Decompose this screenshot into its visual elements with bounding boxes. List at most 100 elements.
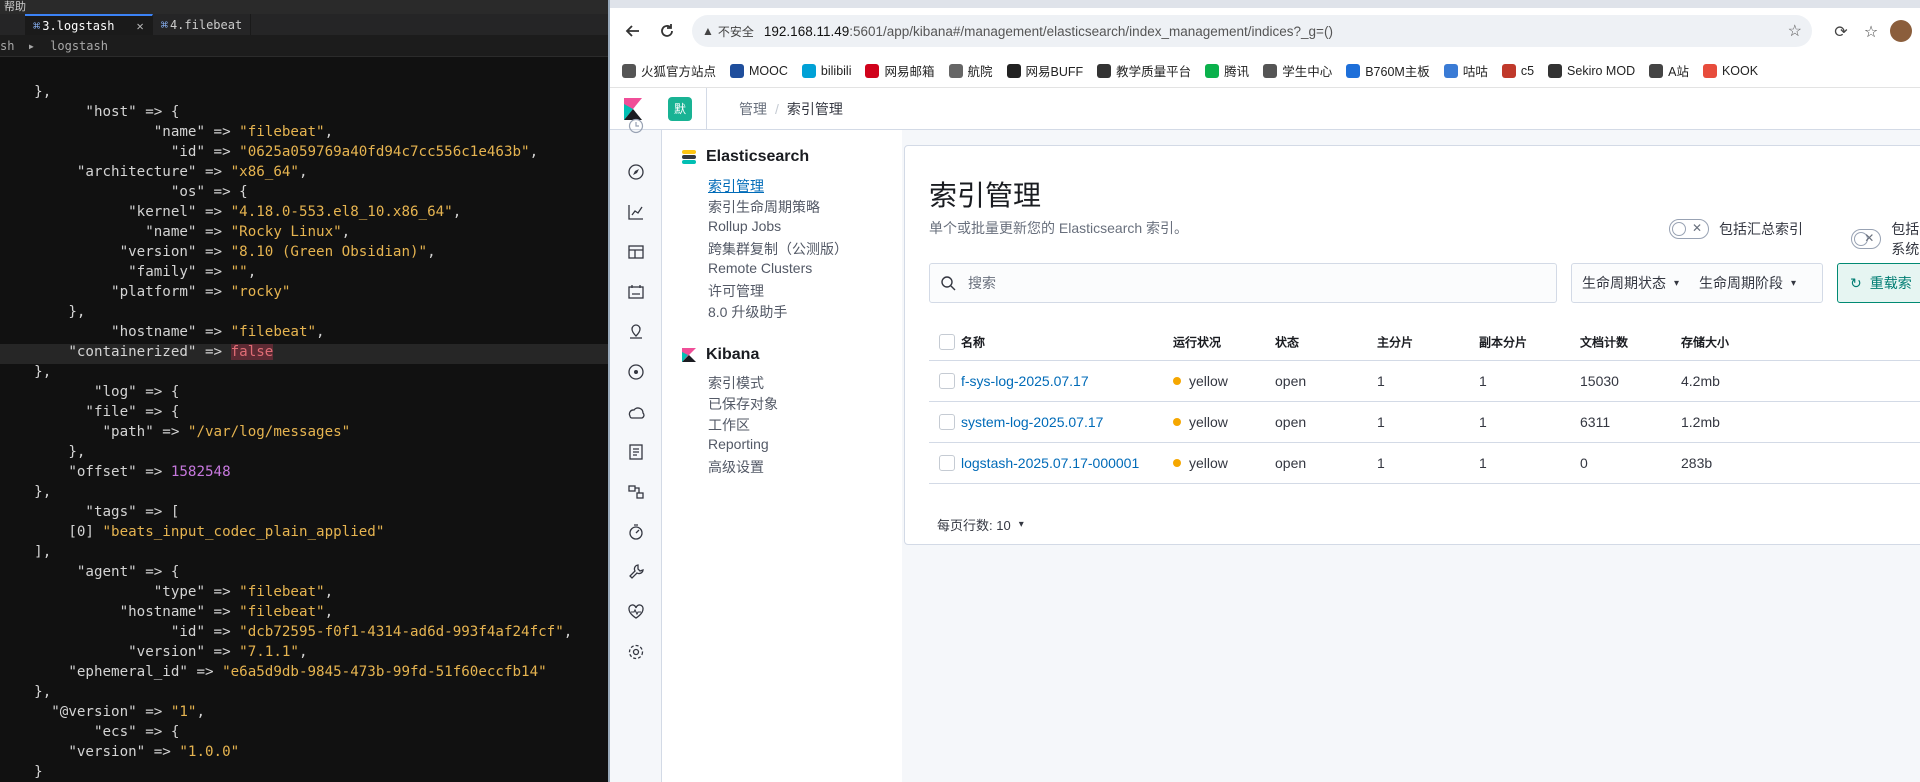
bookmark-item[interactable]: KOOK [1702,63,1758,78]
space-avatar[interactable]: 默 [668,96,692,121]
row-checkbox[interactable] [939,373,955,389]
docs-cell: 6311 [1580,414,1611,430]
bookmark-item[interactable]: bilibili [801,63,852,78]
sidebar-item-upgrade-assistant[interactable]: 8.0 升级助手 [708,302,787,322]
bookmark-item[interactable]: MOOC [730,63,788,78]
ml-icon[interactable] [626,362,646,382]
visualize-icon[interactable] [626,202,646,222]
sidebar-item-index-management[interactable]: 索引管理 [708,176,764,196]
back-button[interactable] [616,14,650,48]
column-header[interactable]: 状态 [1275,333,1299,350]
filter-lifecycle-status[interactable]: 生命周期状态 ▾ [1572,273,1689,293]
sidebar-item-remote-clusters[interactable]: Remote Clusters [708,260,812,276]
terminal-menu-help[interactable]: 帮助 [0,0,608,14]
avatar[interactable] [1886,16,1916,46]
monitoring-icon[interactable] [626,602,646,622]
command-icon: ⌘ [33,18,41,33]
extensions-icon[interactable]: ⟳ [1826,16,1856,46]
sidebar-item-advanced-settings[interactable]: 高级设置 [708,457,764,477]
canvas-icon[interactable] [626,282,646,302]
apm-icon[interactable] [626,482,646,502]
include-system-toggle[interactable]: ✕ 包括系统 [1851,219,1920,259]
reload-page-button[interactable] [650,14,684,48]
compass-icon[interactable] [626,162,646,182]
include-rollup-toggle[interactable]: ✕ 包括汇总索引 [1669,219,1803,239]
elasticsearch-logo-icon [682,150,696,164]
terminal-output[interactable]: }, "host" => { "name" => "filebeat", "id… [0,84,608,782]
rows-per-page-select[interactable]: 每页行数: 10 ▾ [937,515,1024,534]
sidebar-item-rollup-jobs[interactable]: Rollup Jobs [708,218,781,234]
gear-icon[interactable] [626,642,646,662]
terminal-token: "name" => [0,124,240,140]
bookmark-item[interactable]: c5 [1501,63,1534,78]
reload-indices-button[interactable]: ↻ 重载索 [1837,263,1920,303]
sidebar-item-index-patterns[interactable]: 索引模式 [708,373,764,393]
bookmark-label: bilibili [820,63,852,78]
address-bar[interactable]: ▲ 不安全 192.168.11.49:5601/app/kibana#/man… [692,15,1812,47]
favorites-icon[interactable]: ☆ [1856,16,1886,46]
logs-icon[interactable] [626,442,646,462]
column-header[interactable]: 副本分片 [1479,333,1527,350]
toggle-switch[interactable]: ✕ [1851,229,1882,249]
index-name-link[interactable]: logstash-2025.07.17-000001 [961,455,1139,471]
toggle-label: 包括系统 [1891,221,1920,257]
bookmark-item[interactable]: 腾讯 [1205,61,1249,80]
sidebar-item-ccr[interactable]: 跨集群复制（公测版） [708,239,848,259]
chevron-down-icon: ▾ [1674,277,1680,289]
terminal-token: "containerized" => [0,344,231,360]
terminal-token: "name" => [0,224,231,240]
filter-lifecycle-phase[interactable]: 生命周期阶段 ▾ [1689,273,1806,293]
terminal-line: [0] "beats_input_codec_plain_applied" [0,524,608,544]
infrastructure-icon[interactable] [626,402,646,422]
kibana-logo-icon [682,348,696,362]
bookmark-item[interactable]: B760M主板 [1346,61,1430,80]
column-header[interactable]: 主分片 [1377,333,1413,350]
terminal-line: "ephemeral_id" => "e6a5d9db-9845-473b-99… [0,664,608,684]
bookmark-item[interactable]: 网易BUFF [1006,61,1083,80]
dev-tools-icon[interactable] [626,562,646,582]
bookmark-item[interactable]: A站 [1649,61,1689,80]
dashboard-icon[interactable] [626,242,646,262]
bookmark-item[interactable]: 咕咕 [1443,61,1488,80]
refresh-icon: ↻ [1850,274,1862,291]
row-checkbox[interactable] [939,414,955,430]
bookmark-icon [730,63,745,78]
row-checkbox[interactable] [939,455,955,471]
index-name-link[interactable]: system-log-2025.07.17 [961,414,1103,430]
bookmark-icon [865,63,880,78]
bookmark-item[interactable]: 网易邮箱 [865,61,935,80]
column-header[interactable]: 运行状况 [1173,333,1221,350]
terminal-tab-logstash[interactable]: ⌘ 3.logstash ✕ [25,14,153,35]
star-icon[interactable]: ☆ [1788,21,1802,41]
search-input[interactable]: 搜索 [929,263,1557,303]
bookmark-item[interactable]: 火狐官方站点 [622,61,716,80]
bookmark-item[interactable]: Sekiro MOD [1548,63,1635,78]
search-icon [941,276,956,291]
health-cell: yellow [1173,455,1228,471]
bookmark-item[interactable]: 学生中心 [1263,61,1332,80]
close-icon[interactable]: ✕ [136,19,143,33]
toggle-switch[interactable]: ✕ [1669,219,1709,239]
breadcrumb-management[interactable]: 管理 [739,99,767,119]
terminal-token: "ecs" => [0,724,171,740]
sidebar-item-spaces[interactable]: 工作区 [708,415,750,435]
terminal-token: "1.0.0" [179,744,240,760]
uptime-icon[interactable] [626,522,646,542]
bookmark-item[interactable]: 教学质量平台 [1097,61,1191,80]
sidebar-item-saved-objects[interactable]: 已保存对象 [708,394,778,414]
bookmark-item[interactable]: 航院 [948,61,993,80]
select-all-checkbox[interactable] [939,333,955,350]
column-header[interactable]: 文档计数 [1580,333,1628,350]
clock-icon[interactable] [626,116,646,136]
column-header[interactable]: 存储大小 [1681,333,1729,350]
sidebar-item-reporting[interactable]: Reporting [708,436,769,452]
reload-label: 重载索 [1869,275,1912,291]
maps-icon[interactable] [626,322,646,342]
sidebar-item-license[interactable]: 许可管理 [708,281,764,301]
terminal-line: }, [0,364,608,384]
terminal-tab-filebeat[interactable]: ⌘ 4.filebeat [153,14,252,35]
toggle-label: 包括汇总索引 [1719,221,1803,237]
sidebar-item-ilm[interactable]: 索引生命周期策略 [708,197,820,217]
index-name-link[interactable]: f-sys-log-2025.07.17 [961,373,1089,389]
column-header[interactable]: 名称 [961,333,985,350]
